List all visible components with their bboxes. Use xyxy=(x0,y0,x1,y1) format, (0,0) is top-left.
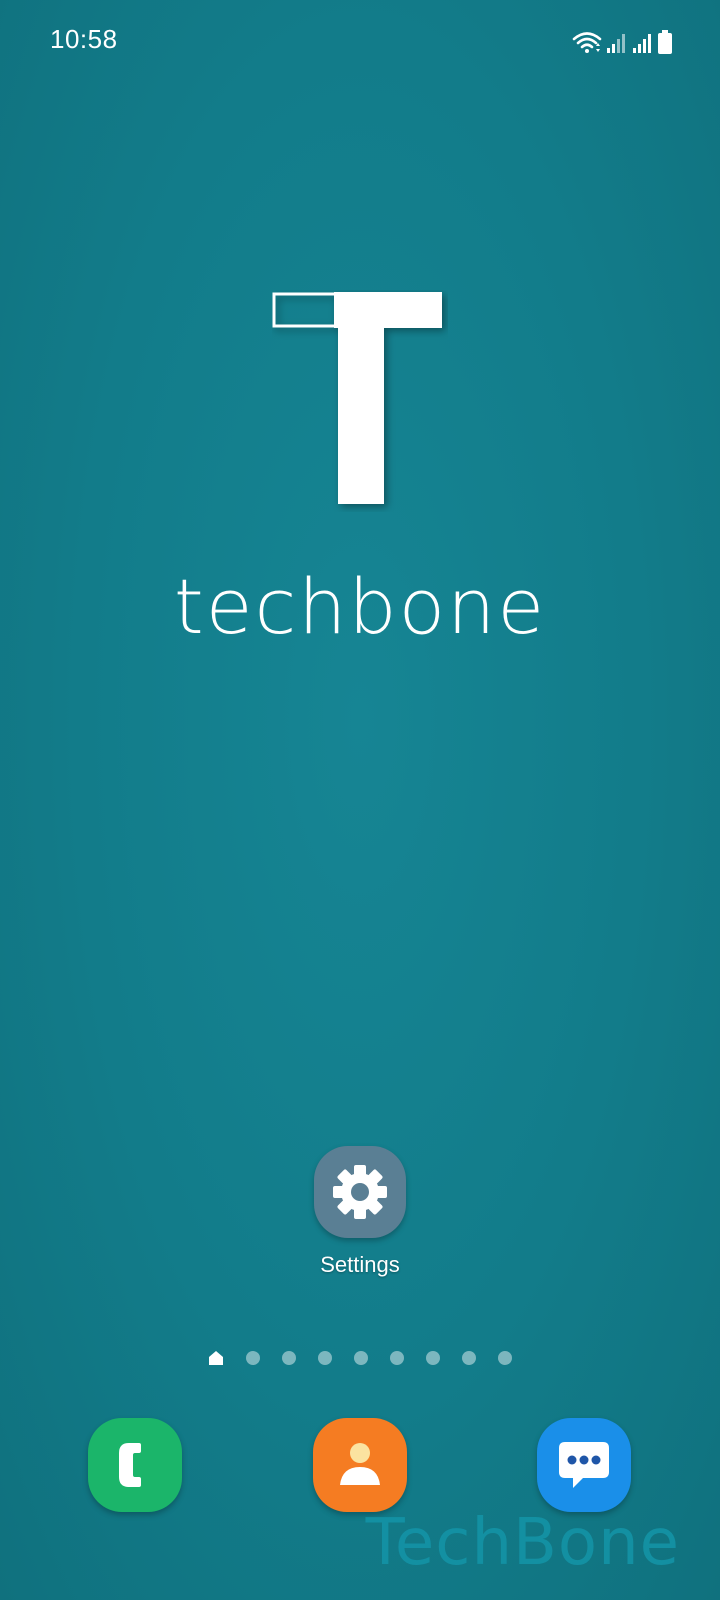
page-dot[interactable] xyxy=(390,1351,404,1365)
battery-icon xyxy=(658,30,672,54)
contact-icon xyxy=(340,1443,380,1485)
message-icon xyxy=(559,1442,609,1488)
page-dot[interactable] xyxy=(246,1351,260,1365)
page-dot[interactable] xyxy=(354,1351,368,1365)
contacts-app[interactable] xyxy=(313,1418,407,1512)
page-dot[interactable] xyxy=(498,1351,512,1365)
gear-icon xyxy=(333,1165,387,1219)
page-dot[interactable] xyxy=(318,1351,332,1365)
brand-text: techbone xyxy=(173,562,547,651)
page-dot[interactable] xyxy=(462,1351,476,1365)
messages-app[interactable] xyxy=(537,1418,631,1512)
page-dot[interactable] xyxy=(282,1351,296,1365)
phone-icon xyxy=(119,1443,141,1487)
signal-icon-2 xyxy=(632,32,654,54)
home-icon[interactable] xyxy=(208,1350,224,1366)
settings-app-label[interactable]: Settings xyxy=(290,1252,430,1278)
watermark: TechBone xyxy=(365,1506,680,1580)
signal-icon-1 xyxy=(606,32,628,54)
status-clock: 10:58 xyxy=(50,24,118,54)
settings-app[interactable]: Settings xyxy=(290,1146,430,1286)
wifi-icon xyxy=(572,30,602,54)
dock xyxy=(0,1418,720,1514)
phone-app[interactable] xyxy=(88,1418,182,1512)
page-indicator xyxy=(0,1348,720,1368)
settings-app-tile[interactable] xyxy=(314,1146,406,1238)
page-dot[interactable] xyxy=(426,1351,440,1365)
wallpaper-logo: techbone xyxy=(0,290,720,660)
status-icons xyxy=(572,26,672,54)
status-bar: 10:58 xyxy=(0,0,720,80)
techbone-t-logo xyxy=(272,292,442,504)
